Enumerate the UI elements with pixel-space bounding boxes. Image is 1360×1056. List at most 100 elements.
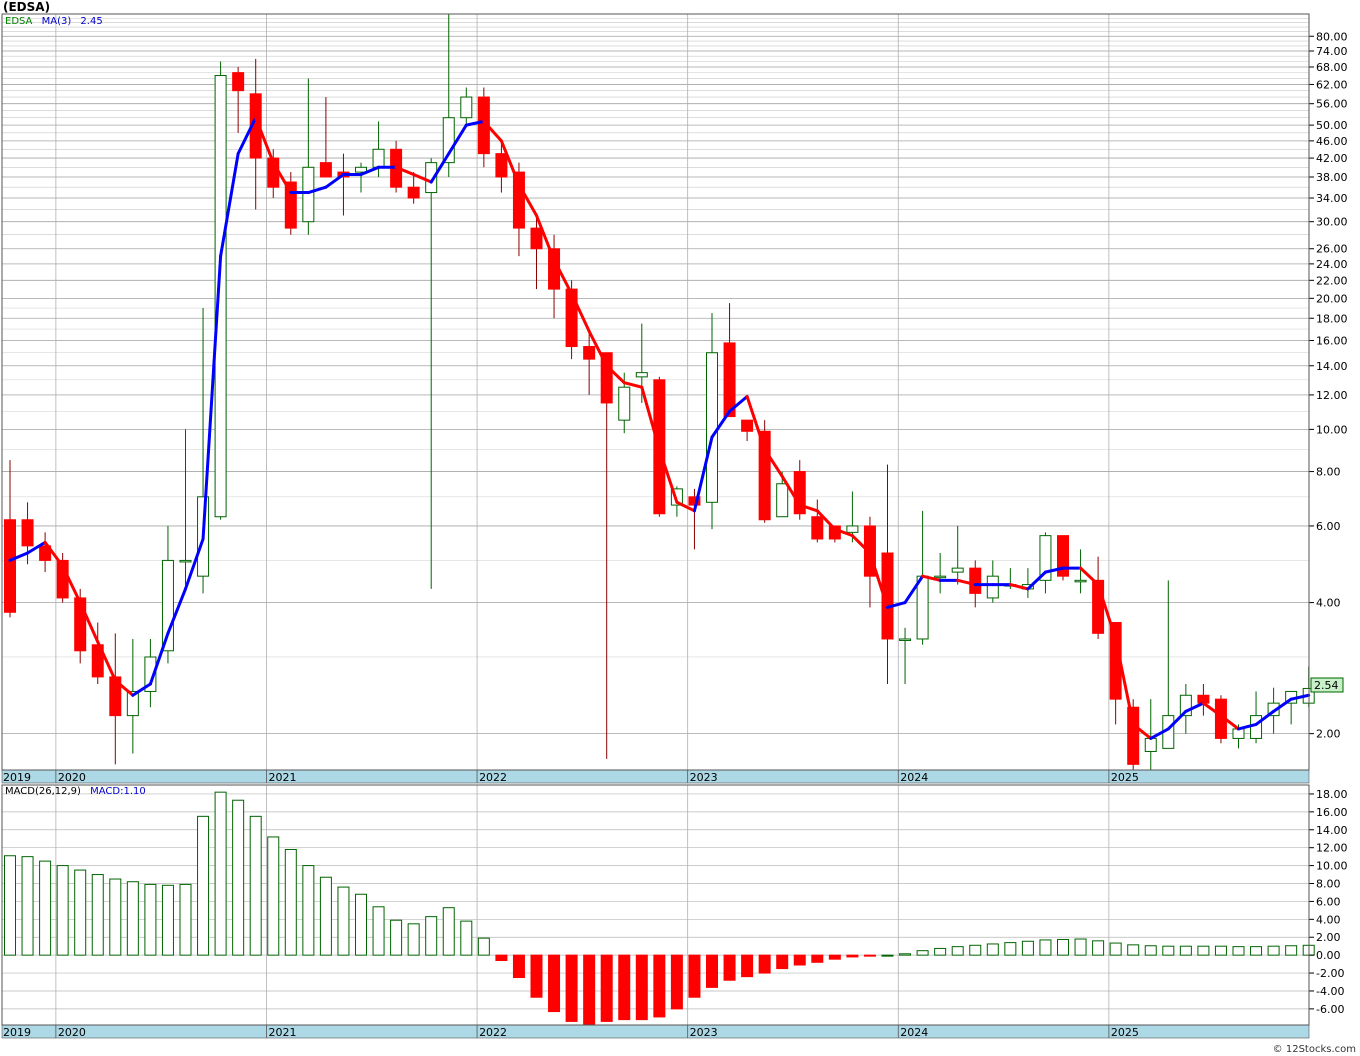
candle-body [1250,715,1263,739]
macd-tick-label: -2.00 [1316,967,1344,980]
year-axis-main: 2019 2020 2021 2022 2023 2024 2025 [1,769,1310,784]
macd-bar [319,876,332,956]
year-axis-macd: 2019 2020 2021 2022 2023 2024 2025 [1,1024,1310,1039]
price-tick-label: 10.00 [1316,423,1348,436]
candle-body [706,352,718,503]
macd-bar [758,954,771,974]
price-tick-label: 34.00 [1316,192,1348,205]
price-tick-label: 68.00 [1316,61,1348,74]
macd-bar [793,954,806,966]
macd-bar [144,883,157,956]
macd-bar [302,865,315,956]
macd-tick-label: 2.00 [1316,931,1341,944]
macd-legend-label: MACD(26,12,9) [5,786,81,797]
candle-body [618,386,631,421]
macd-bar [688,954,701,998]
macd-bar [1144,945,1157,956]
candle-body [1144,737,1157,752]
macd-bar [39,860,52,956]
year-label: 2023 [690,771,718,784]
macd-bar [512,954,525,979]
candle-body [407,186,420,199]
macd-bar [74,869,87,956]
chart-title: (EDSA) [3,0,51,14]
macd-bar [355,893,367,956]
candle-body [460,96,473,119]
candle-body [951,567,964,573]
macd-bar [969,944,982,956]
candle-body [512,171,525,229]
candle-body [899,638,912,641]
macd-legend: MACD(26,12,9) MACD:1.10 [5,786,146,797]
macd-bar [1285,945,1298,956]
candle-body [530,227,543,250]
price-legend: EDSA MA(3) 2.45 [5,16,103,27]
last-price-tag-text: 2.54 [1314,679,1339,692]
macd-bar [934,947,947,956]
macd-bar [4,855,16,956]
year-label: 2023 [690,1026,718,1039]
year-label: 2025 [1111,771,1139,784]
macd-tick-label: 18.00 [1316,788,1348,801]
macd-tick-label: 16.00 [1316,806,1348,819]
macd-bar [951,946,964,956]
macd-bar [600,954,613,1022]
price-tick-label: 24.00 [1316,258,1348,271]
macd-bar [179,883,192,956]
macd-legend-value: MACD:1.10 [90,786,146,797]
candle-body [21,519,34,547]
macd-bar [1214,945,1227,956]
macd-bar [442,907,455,956]
macd-bar [1127,944,1140,956]
macd-bar [706,954,718,988]
legend-ma-value: 2.45 [80,16,103,27]
price-tick-label: 20.00 [1316,292,1348,305]
year-label: 2022 [479,771,507,784]
macd-tick-label: 12.00 [1316,842,1348,855]
year-label: 2024 [900,1026,928,1039]
macd-bar [425,916,438,956]
macd-bar [1039,939,1052,956]
candle-body [969,567,982,594]
year-label: 2019 [3,1026,31,1039]
macd-bar [1021,940,1034,956]
macd-bar [232,799,245,956]
price-tick-label: 4.00 [1316,597,1341,610]
price-tick-label: 74.00 [1316,45,1348,58]
macd-bar [846,954,859,958]
macd-tick-label: 14.00 [1316,824,1348,837]
macd-bar [1004,942,1017,956]
macd-tick-label: 10.00 [1316,860,1348,873]
price-tick-label: 42.00 [1316,152,1348,165]
price-tick-label: 18.00 [1316,312,1348,325]
macd-bar [916,950,929,956]
macd-bar [653,954,666,1018]
candle-body [741,419,754,432]
macd-bar [986,943,999,956]
last-price-tag: 2.54 [1310,677,1344,693]
macd-bar [899,953,912,956]
macd-bar [284,848,297,956]
candle-body [846,525,859,533]
macd-bar [1267,945,1280,956]
year-label: 2025 [1111,1026,1139,1039]
macd-bar [56,865,69,956]
macd-bar [161,884,174,956]
macd-bar [583,954,596,1025]
candle-body [565,288,578,348]
macd-tick-label: -4.00 [1316,985,1344,998]
price-tick-label: 22.00 [1316,274,1348,287]
price-tick-label: 14.00 [1316,360,1348,373]
candle-body [179,559,192,563]
price-tick-label: 56.00 [1316,98,1348,111]
macd-bar [1092,940,1105,956]
year-label: 2024 [900,771,928,784]
watermark: © 12Stocks.com [1272,1044,1356,1055]
macd-tick-label: 8.00 [1316,878,1341,891]
price-tick-label: 30.00 [1316,216,1348,229]
macd-bar [109,878,122,956]
macd-bar [91,874,104,956]
price-tick-label: 2.00 [1316,728,1341,741]
macd-bar [828,954,841,960]
candle-body [723,342,736,418]
